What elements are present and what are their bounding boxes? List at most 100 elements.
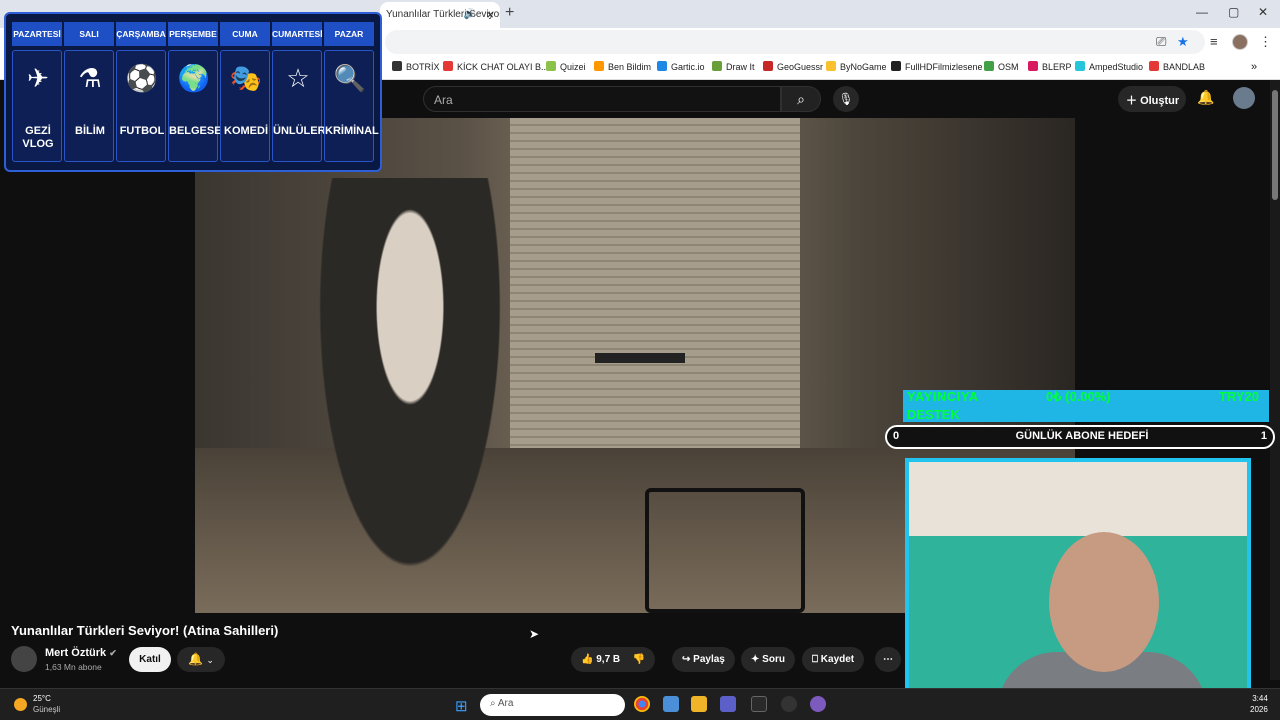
channel-avatar[interactable]	[11, 646, 37, 672]
bookmark-item[interactable]: OSM	[984, 61, 1019, 72]
taskbar-search-input[interactable]: ⌕ Ara	[480, 694, 625, 716]
day-card: ✈ GEZİ VLOG	[12, 50, 62, 162]
bookmark-icon	[1149, 61, 1159, 71]
bookmark-item[interactable]: FullHDFilmizlesene	[891, 61, 983, 72]
bookmark-item[interactable]: GeoGuessr	[763, 61, 823, 72]
share-button[interactable]: ↪ Paylaş	[672, 647, 735, 672]
video-scene-table	[595, 353, 685, 363]
thumbs-up-icon: 👍	[581, 654, 594, 665]
donation-line2: DESTEK	[907, 407, 960, 422]
microphone-icon[interactable]: 🎙	[833, 86, 859, 112]
verified-icon: ✔	[109, 648, 117, 658]
create-button[interactable]: ＋ Oluştur	[1118, 86, 1186, 112]
profile-avatar[interactable]	[1232, 34, 1248, 50]
more-actions-icon[interactable]: ⋯	[875, 647, 901, 672]
magnifier-fingerprint-icon: 🔍	[333, 63, 367, 93]
bookmark-icon	[984, 61, 994, 71]
minimize-button[interactable]: —	[1196, 5, 1208, 19]
day-name: SALI	[64, 22, 114, 46]
bookmark-icon	[712, 61, 722, 71]
scrollbar-thumb[interactable]	[1272, 90, 1278, 200]
day-card: 🎭 KOMEDİ	[220, 50, 270, 162]
video-scene-person	[305, 178, 515, 608]
page-scrollbar[interactable]	[1270, 80, 1280, 680]
obs-icon[interactable]	[781, 696, 797, 712]
day-card: ⚽ FUTBOL	[116, 50, 166, 162]
bookmark-item[interactable]: BLERP	[1028, 61, 1072, 72]
bookmark-item[interactable]: KİCK CHAT OLAYI B...	[443, 61, 549, 72]
bookmark-item[interactable]: Gartic.io	[657, 61, 705, 72]
sun-icon[interactable]	[14, 698, 27, 711]
taskbar-app-icon[interactable]	[663, 696, 679, 712]
notifications-bell-icon[interactable]: 🔔	[1197, 89, 1214, 106]
donation-goal-widget: YAYINCIYA DESTEK 0₺ (0.00%) TRY20	[903, 389, 1269, 422]
bookmarks-overflow-icon[interactable]: »	[1251, 61, 1257, 73]
day-card: 🔍 KRİMİNAL	[324, 50, 379, 162]
join-button[interactable]: Katıl	[129, 647, 171, 672]
bookmark-item[interactable]: Draw It	[712, 61, 755, 72]
schedule-day: CUMA 🎭 KOMEDİ	[220, 22, 270, 164]
file-explorer-icon[interactable]	[691, 696, 707, 712]
weather-condition[interactable]: Güneşli	[33, 705, 60, 714]
video-scene-chair	[645, 488, 805, 613]
close-window-button[interactable]: ✕	[1258, 5, 1268, 19]
schedule-day: ÇARŞAMBA ⚽ FUTBOL	[116, 22, 166, 164]
day-name: CUMARTESİ	[272, 22, 323, 46]
media-control-icon[interactable]: ≡	[1210, 34, 1218, 49]
bookmark-icon	[891, 61, 901, 71]
ask-button[interactable]: ✦ Soru	[741, 647, 795, 672]
share-icon: ↪	[682, 654, 691, 665]
bookmark-item[interactable]: Quizei	[546, 61, 586, 72]
bookmark-icon	[443, 61, 453, 71]
sparkle-icon: ✦	[751, 654, 760, 665]
menu-icon[interactable]: ⋮	[1259, 34, 1272, 50]
bookmark-icon	[392, 61, 402, 71]
bookmark-icon	[546, 61, 556, 71]
football-icon: ⚽	[125, 63, 159, 93]
bookmark-item[interactable]: BOTRİX	[392, 61, 440, 72]
schedule-day: CUMARTESİ ☆ ÜNLÜLER	[272, 22, 326, 164]
system-clock[interactable]: 3:44 2026	[1250, 693, 1268, 715]
day-name: PERŞEMBE	[168, 22, 218, 46]
globe-plane-icon: ✈	[27, 63, 49, 93]
new-tab-button[interactable]: +	[505, 4, 514, 22]
browser-tab[interactable]: Yunanlılar Türkleri Seviyor! 🔊 ×	[380, 2, 500, 28]
cast-icon[interactable]: ⎚	[1156, 34, 1166, 50]
mouse-cursor-icon: ➤	[529, 627, 540, 641]
star-icon: ☆	[286, 63, 310, 93]
bookmark-star-icon[interactable]: ★	[1177, 34, 1189, 50]
bookmark-item[interactable]: AmpedStudio	[1075, 61, 1143, 72]
user-avatar[interactable]	[1233, 87, 1255, 109]
bookmark-item[interactable]: ByNoGame	[826, 61, 887, 72]
bookmark-icon	[594, 61, 604, 71]
epic-games-icon[interactable]	[751, 696, 767, 712]
day-card: ☆ ÜNLÜLER	[272, 50, 326, 162]
bookmark-icon	[763, 61, 773, 71]
day-card: 🌍 BELGESEL	[168, 50, 228, 162]
weather-temperature[interactable]: 25°C	[33, 694, 51, 703]
close-tab-icon[interactable]: ×	[486, 7, 494, 22]
search-icon: ⌕	[490, 698, 496, 709]
weekly-schedule-overlay: PAZARTESİ ✈ GEZİ VLOG SALI ⚗ BİLİM ÇARŞA…	[4, 12, 382, 172]
subscriber-goal-bar: GÜNLÜK ABONE HEDEFİ 0 1	[885, 425, 1275, 449]
chrome-icon[interactable]	[634, 696, 650, 712]
bell-icon: 🔔	[188, 652, 204, 666]
teams-icon[interactable]	[720, 696, 736, 712]
save-button[interactable]: ⎕ Kaydet	[802, 647, 865, 672]
maximize-button[interactable]: ▢	[1228, 5, 1239, 19]
windows-start-icon[interactable]: ⊞	[455, 697, 468, 715]
search-icon[interactable]: ⌕	[781, 86, 821, 112]
like-button[interactable]: 👍 9,7 B 👎	[571, 647, 656, 672]
omnibox[interactable]	[385, 30, 1205, 54]
speaker-icon[interactable]: 🔊	[464, 9, 476, 20]
taskbar-app-icon[interactable]	[810, 696, 826, 712]
thumbs-down-icon[interactable]: 👎	[633, 654, 645, 665]
schedule-day: PERŞEMBE 🌍 BELGESEL	[168, 22, 228, 164]
search-input[interactable]: Ara	[423, 86, 781, 112]
day-label: GEZİ VLOG	[22, 125, 54, 150]
subscription-notifications-button[interactable]: 🔔 ⌄	[177, 647, 225, 672]
bookmark-item[interactable]: BANDLAB	[1149, 61, 1205, 72]
channel-name[interactable]: Mert Öztürk ✔	[45, 647, 117, 659]
bookmark-item[interactable]: Ben Bildim	[594, 61, 651, 72]
theater-masks-icon: 🎭	[229, 63, 263, 93]
